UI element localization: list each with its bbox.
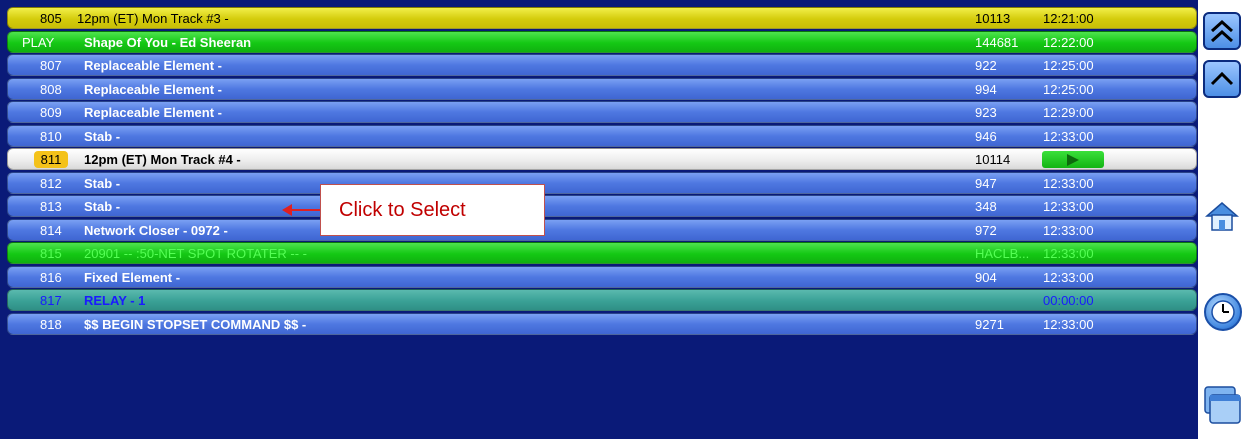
playlist-row[interactable]: 809 Replaceable Element -923 12:29:00 <box>7 101 1197 123</box>
playlist-row[interactable]: 815 20901 -- :50-NET SPOT ROTATER -- - HAC… <box>7 242 1197 264</box>
row-time: 12:33:00 <box>1043 316 1094 332</box>
row-cart-number: 923 <box>975 105 997 120</box>
playlist-row[interactable]: 813 Stab -348 12:33:00 <box>7 195 1197 217</box>
play-icon[interactable] <box>1042 151 1104 168</box>
row-title: Fixed Element - <box>84 269 181 285</box>
home-button[interactable] <box>1204 198 1242 236</box>
playlist-row[interactable]: 811 12pm (ET) Mon Track #4 - 10114 <box>7 148 1197 170</box>
row-title: Replaceable Element - <box>84 81 222 97</box>
clock-button[interactable] <box>1204 293 1242 331</box>
row-title: Shape Of You - Ed Sheeran <box>84 34 252 50</box>
row-cart-number: 348 <box>975 199 997 214</box>
row-cart-number: 994 <box>975 81 997 97</box>
row-title: Network Closer - 0972 - <box>84 222 228 238</box>
windows-button[interactable] <box>1203 385 1241 424</box>
row-cart-number: 10114 <box>975 152 1011 167</box>
row-cart-number: 10113 <box>975 11 1011 26</box>
row-title: $$ BEGIN STOPSET COMMAND $$ - <box>84 316 307 332</box>
row-time: 12:33:00 <box>1043 199 1094 214</box>
row-cart-number: 946 <box>975 128 997 144</box>
playlist-row[interactable]: 808 Replaceable Element -994 12:25:00 <box>7 77 1197 100</box>
row-title: Stab - <box>84 199 121 214</box>
playlist-row[interactable]: 810 Stab -946 12:33:00 <box>7 124 1197 147</box>
row-title: Stab - <box>84 128 121 144</box>
playlist-row[interactable]: PLAY Shape Of You - Ed Sheeran 144681 12:22… <box>7 30 1197 53</box>
row-time: 12:33:00 <box>1043 246 1094 261</box>
playlist-row[interactable]: 805 12pm (ET) Mon Track #3 -10113 12:21:00 <box>7 7 1197 29</box>
row-cart-number: 144681 <box>975 34 1019 50</box>
clock-icon <box>1211 300 1235 324</box>
row-cart-number: HACLB... <box>975 246 1030 261</box>
playlist-row[interactable]: 812 Stab -947 12:33:00 <box>7 171 1197 194</box>
playlist-row[interactable]: 807 Replaceable Element -922 12:25:00 <box>7 54 1197 76</box>
row-cart-number: 904 <box>975 269 997 285</box>
row-time: 12:33:00 <box>1043 128 1094 144</box>
page-up-icon <box>1210 19 1234 43</box>
home-icon <box>1204 202 1240 231</box>
playlist-row[interactable]: 817 RELAY - 1 00:00:00 <box>7 289 1197 311</box>
row-cart-number: 972 <box>975 222 997 238</box>
row-title: 20901 -- :50-NET SPOT ROTATER -- - <box>84 246 307 261</box>
row-title: Replaceable Element - <box>84 58 222 73</box>
row-time: 12:33:00 <box>1043 175 1094 191</box>
row-cart-number: 947 <box>975 175 997 191</box>
row-time: 12:22:00 <box>1043 34 1094 50</box>
scroll-up-button[interactable] <box>1203 60 1241 98</box>
row-time: 12:33:00 <box>1043 222 1094 238</box>
windows-icon <box>1204 386 1241 424</box>
selected-row-number: 811 <box>34 151 68 168</box>
row-title: Stab - <box>84 175 121 191</box>
row-title: Replaceable Element - <box>84 105 222 120</box>
row-time: 12:33:00 <box>1043 269 1094 285</box>
row-cart-number: 9271 <box>975 316 1004 332</box>
row-time: 00:00:00 <box>1043 293 1094 308</box>
scroll-up-icon <box>1210 71 1234 86</box>
row-cart-number: 922 <box>975 58 997 73</box>
row-time: 12:25:00 <box>1043 81 1094 97</box>
row-title: 12pm (ET) Mon Track #4 - <box>84 152 241 167</box>
row-time: 12:29:00 <box>1043 105 1094 120</box>
callout-arrow-icon <box>282 204 320 216</box>
row-number: PLAY <box>22 34 55 50</box>
row-time: 12:21:00 <box>1043 11 1094 26</box>
playlist-row[interactable]: 818 $$ BEGIN STOPSET COMMAND $$ -9271 12:3… <box>7 312 1197 335</box>
row-title: 12pm (ET) Mon Track #3 - <box>77 11 229 26</box>
playlist-log: 805 12pm (ET) Mon Track #3 -10113 12:21:00… <box>0 0 1198 439</box>
playlist-row[interactable]: 816 Fixed Element -904 12:33:00 <box>7 265 1197 288</box>
row-time: 12:25:00 <box>1043 58 1094 73</box>
row-title: RELAY - 1 <box>84 293 146 308</box>
playlist-row[interactable]: 814 Network Closer - 0972 -972 12:33:00 <box>7 218 1197 241</box>
callout-label: Click to Select <box>320 184 545 236</box>
page-up-button[interactable] <box>1203 12 1241 50</box>
